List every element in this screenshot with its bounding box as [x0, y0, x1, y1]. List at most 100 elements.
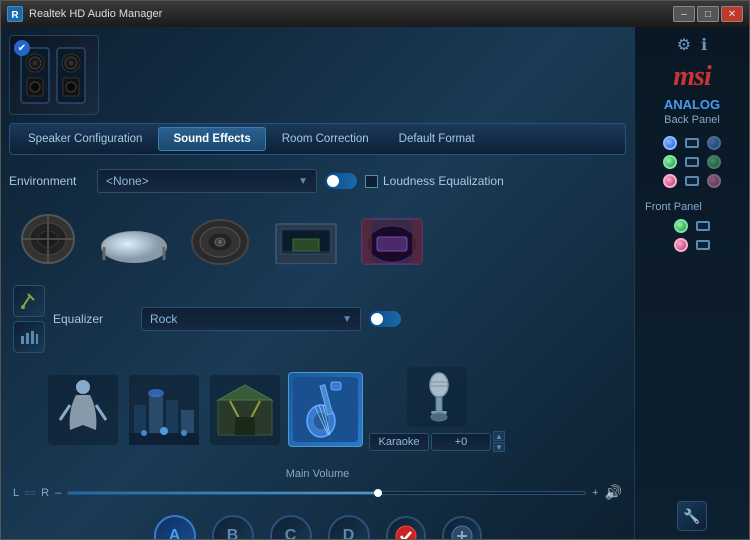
back-port-pink	[663, 174, 721, 188]
eq-dropdown-arrow: ▼	[342, 314, 352, 325]
eq-side-buttons	[13, 285, 45, 353]
eq-icon-band[interactable]	[45, 372, 120, 447]
equalizer-label: Equalizer	[53, 312, 133, 326]
apply-button[interactable]	[386, 516, 426, 539]
preset-d-button[interactable]: D	[328, 515, 370, 539]
title-bar: R Realtek HD Audio Manager – □ ✕	[1, 1, 749, 27]
front-port-green	[674, 219, 710, 233]
environment-icons	[9, 203, 626, 275]
back-port-green	[663, 155, 721, 169]
app-window: R Realtek HD Audio Manager – □ ✕ ✔	[0, 0, 750, 540]
volume-left-min	[25, 491, 35, 495]
equalizer-bars-button[interactable]	[13, 321, 45, 353]
environment-row: Environment <None> ▼ Loudness Equalizati…	[9, 165, 626, 197]
right-panel: ⚙ ℹ msi ANALOG Back Panel Fro	[634, 27, 749, 539]
environment-label: Environment	[9, 174, 89, 188]
eq-icons-row: Karaoke +0 ▲ ▼	[9, 363, 626, 456]
panel-label: ANALOG	[664, 97, 720, 112]
tab-sound-effects[interactable]: Sound Effects	[158, 127, 265, 151]
port-indicator-pink	[707, 174, 721, 188]
wrench-icon: 🔧	[683, 508, 700, 525]
eq-toggle-knob	[371, 313, 383, 325]
equalizer-row: Equalizer Rock ▼	[9, 281, 626, 357]
speaker-graphic	[19, 43, 89, 108]
env-icon-arena[interactable]	[357, 209, 427, 269]
preset-a-label: A	[169, 527, 181, 539]
eq-icon-guitar[interactable]	[288, 372, 363, 447]
tabs-bar: Speaker Configuration Sound Effects Room…	[9, 123, 626, 155]
speaker-top: ✔	[9, 35, 626, 115]
back-port-blue	[663, 136, 721, 150]
main-content: ✔	[1, 27, 749, 539]
info-icon[interactable]: ℹ	[701, 35, 707, 55]
karaoke-value: +0	[431, 433, 491, 451]
loudness-label: Loudness Equalization	[383, 174, 504, 188]
eq-icon-city[interactable]	[126, 372, 201, 447]
volume-label: Main Volume	[13, 468, 622, 480]
env-icon-vinyl[interactable]	[185, 209, 255, 269]
karaoke-spinners: ▲ ▼	[493, 431, 505, 452]
eq-icon-karaoke[interactable]	[405, 367, 470, 427]
volume-track[interactable]	[67, 491, 586, 495]
loudness-toggle[interactable]	[325, 173, 357, 189]
window-controls: – □ ✕	[673, 6, 743, 22]
port-dot-green	[663, 155, 677, 169]
msi-logo: msi	[673, 61, 710, 93]
tab-room-correction[interactable]: Room Correction	[268, 128, 383, 150]
karaoke-control: Karaoke +0 ▲ ▼	[369, 431, 505, 452]
karaoke-label: Karaoke	[369, 433, 429, 451]
eq-toggle[interactable]	[369, 311, 401, 327]
minimize-button[interactable]: –	[673, 6, 695, 22]
port-dot-pink	[663, 174, 677, 188]
equalizer-value: Rock	[150, 312, 177, 326]
environment-dropdown-arrow: ▼	[298, 176, 308, 187]
preset-a-button[interactable]: A	[154, 515, 196, 539]
preset-c-button[interactable]: C	[270, 515, 312, 539]
loudness-checkbox[interactable]	[365, 175, 378, 188]
preset-b-label: B	[227, 527, 239, 539]
cancel-button[interactable]	[442, 516, 482, 539]
right-top-icons: ⚙ ℹ	[677, 35, 707, 55]
front-panel-label: Front Panel	[641, 201, 702, 213]
env-icon-bathtub[interactable]	[99, 209, 169, 269]
tab-default-format[interactable]: Default Format	[385, 128, 489, 150]
environment-dropdown[interactable]: <None> ▼	[97, 169, 317, 193]
preset-c-label: C	[285, 527, 297, 539]
karaoke-up[interactable]: ▲	[493, 431, 505, 441]
panel-sublabel: Back Panel	[664, 114, 720, 126]
volume-dash: –	[55, 487, 61, 499]
preset-d-label: D	[343, 527, 355, 539]
loudness-check-row: Loudness Equalization	[365, 174, 504, 188]
port-connector-green[interactable]	[685, 157, 699, 167]
sound-effects-content: Environment <None> ▼ Loudness Equalizati…	[9, 165, 626, 539]
environment-value: <None>	[106, 174, 149, 188]
front-port-dot-green	[674, 219, 688, 233]
volume-row: L R – + 🔊	[13, 484, 622, 501]
env-icon-auditorium[interactable]	[271, 209, 341, 269]
app-icon: R	[7, 6, 23, 22]
wrench-button[interactable]: 🔧	[677, 501, 707, 531]
guitar-side-button[interactable]	[13, 285, 45, 317]
volume-plus: +	[592, 487, 598, 499]
settings-icon[interactable]: ⚙	[677, 35, 691, 55]
port-connector-pink[interactable]	[685, 176, 699, 186]
port-connector-blue[interactable]	[685, 138, 699, 148]
eq-icon-festival[interactable]	[207, 372, 282, 447]
bottom-buttons: A B C D	[9, 507, 626, 539]
front-port-connector-pink[interactable]	[696, 240, 710, 250]
speaker-icon-box: ✔	[9, 35, 99, 115]
port-dot-blue	[663, 136, 677, 150]
env-icon-stone[interactable]	[13, 209, 83, 269]
volume-section: Main Volume L R – + 🔊	[9, 462, 626, 501]
window-title: Realtek HD Audio Manager	[29, 8, 673, 20]
front-port-connector-green[interactable]	[696, 221, 710, 231]
karaoke-down[interactable]: ▼	[493, 442, 505, 452]
preset-b-button[interactable]: B	[212, 515, 254, 539]
svg-text:R: R	[11, 10, 19, 21]
equalizer-dropdown[interactable]: Rock ▼	[141, 307, 361, 331]
karaoke-section: Karaoke +0 ▲ ▼	[369, 367, 505, 452]
port-indicator-blue	[707, 136, 721, 150]
close-button[interactable]: ✕	[721, 6, 743, 22]
tab-speaker-config[interactable]: Speaker Configuration	[14, 128, 156, 150]
maximize-button[interactable]: □	[697, 6, 719, 22]
